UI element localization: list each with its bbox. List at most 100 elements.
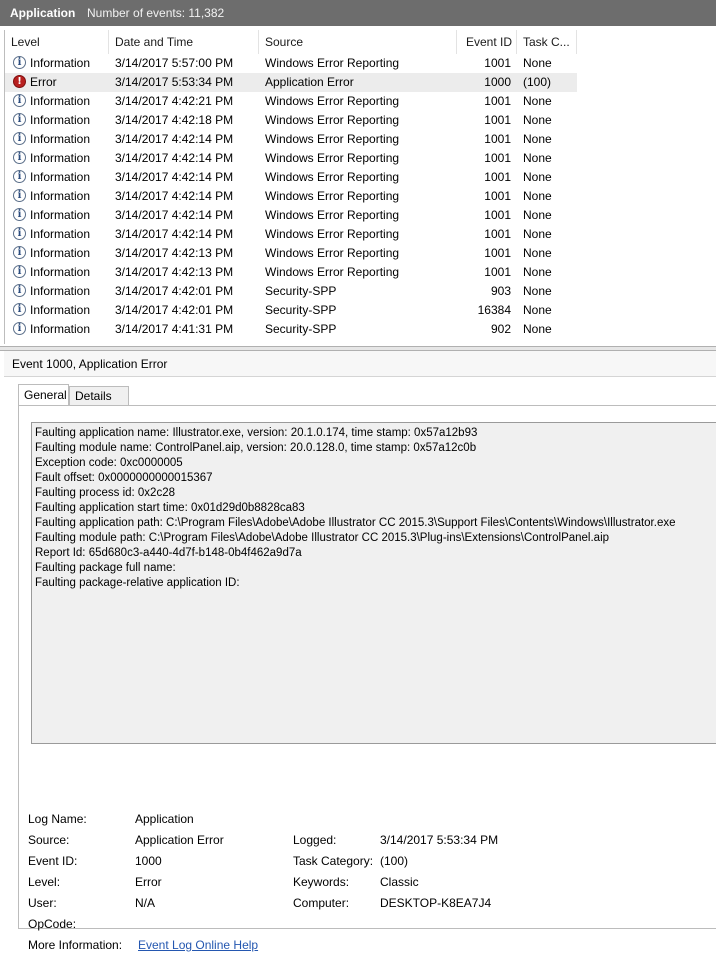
event-task-category: None (523, 265, 552, 279)
information-icon: i (13, 227, 26, 240)
computer-label: Computer: (293, 896, 350, 910)
event-log-online-help-link[interactable]: Event Log Online Help (138, 937, 258, 953)
event-source: Windows Error Reporting (265, 189, 400, 203)
event-datetime: 3/14/2017 4:42:14 PM (115, 151, 234, 165)
event-level: Information (30, 170, 91, 184)
event-level: Information (30, 284, 91, 298)
event-row[interactable]: i Information 3/14/2017 4:42:01 PM Security… (5, 301, 577, 320)
event-task-category: None (523, 113, 552, 127)
event-id: 16384 (477, 303, 511, 317)
event-list[interactable]: Level Date and Time Source Event ID Task… (4, 30, 716, 344)
event-id-label: Event ID: (28, 854, 78, 868)
information-icon: i (13, 170, 26, 183)
event-datetime: 3/14/2017 4:42:01 PM (115, 303, 234, 317)
information-icon: i (13, 246, 26, 259)
event-id: 1001 (484, 189, 511, 203)
event-row[interactable]: i Information 3/14/2017 4:42:14 PM Windows … (5, 225, 577, 244)
log-title-bar: Application Number of events: 11,382 (0, 0, 716, 26)
event-id: 902 (490, 322, 511, 336)
information-icon: i (13, 208, 26, 221)
event-task-category: None (523, 170, 552, 184)
event-level: Information (30, 208, 91, 222)
message-line: Faulting application name: Illustrator.e… (35, 427, 478, 439)
event-level: Information (30, 151, 91, 165)
event-datetime: 3/14/2017 4:42:01 PM (115, 284, 234, 298)
event-row[interactable]: i Information 3/14/2017 4:42:18 PM Windows … (5, 111, 577, 130)
event-level: Information (30, 132, 91, 146)
column-header-level[interactable]: Level (5, 30, 109, 54)
event-source: Security-SPP (265, 303, 337, 317)
message-line: Fault offset: 0x0000000000015367 (35, 472, 213, 484)
event-row[interactable]: i Information 3/14/2017 5:57:00 PM Windows … (5, 54, 577, 73)
event-task-category: None (523, 189, 552, 203)
event-task-category: None (523, 284, 552, 298)
event-source: Windows Error Reporting (265, 170, 400, 184)
event-message-box[interactable]: Faulting application name: Illustrator.e… (31, 422, 716, 744)
message-line: Faulting package-relative application ID… (35, 577, 240, 589)
event-source: Security-SPP (265, 322, 337, 336)
event-row[interactable]: i Information 3/14/2017 4:42:14 PM Windows … (5, 130, 577, 149)
computer-value: DESKTOP-K8EA7J4 (380, 896, 492, 910)
log-name-value: Application (135, 812, 194, 826)
event-level: Information (30, 94, 91, 108)
keywords-value: Classic (380, 875, 419, 889)
information-icon: i (13, 151, 26, 164)
event-source: Windows Error Reporting (265, 132, 400, 146)
user-label: User: (28, 896, 57, 910)
more-information-label: More Information: (28, 938, 123, 952)
column-header-source[interactable]: Source (259, 30, 457, 54)
event-datetime: 3/14/2017 4:42:14 PM (115, 227, 234, 241)
event-source: Windows Error Reporting (265, 246, 400, 260)
information-icon: i (13, 56, 26, 69)
event-row[interactable]: i Information 3/14/2017 4:42:14 PM Windows … (5, 187, 577, 206)
column-header-date[interactable]: Date and Time (109, 30, 259, 54)
opcode-label: OpCode: (28, 917, 77, 931)
event-datetime: 3/14/2017 4:42:13 PM (115, 265, 234, 279)
event-row[interactable]: i Information 3/14/2017 4:42:01 PM Security… (5, 282, 577, 301)
event-source: Windows Error Reporting (265, 208, 400, 222)
message-line: Faulting module name: ControlPanel.aip, … (35, 442, 477, 454)
event-source: Windows Error Reporting (265, 56, 400, 70)
event-id: 1001 (484, 265, 511, 279)
event-id: 1001 (484, 113, 511, 127)
general-tab-panel: Faulting application name: Illustrator.e… (18, 405, 716, 952)
event-id: 1001 (484, 170, 511, 184)
event-datetime: 3/14/2017 5:53:34 PM (115, 75, 234, 89)
event-id: 1001 (484, 227, 511, 241)
event-task-category: None (523, 94, 552, 108)
level-label: Level: (28, 875, 61, 889)
message-line: Faulting module path: C:\Program Files\A… (35, 532, 610, 544)
event-id: 1000 (484, 75, 511, 89)
event-row[interactable]: i Information 3/14/2017 4:42:13 PM Windows … (5, 263, 577, 282)
event-row[interactable]: i Information 3/14/2017 4:42:14 PM Windows … (5, 206, 577, 225)
event-task-category: None (523, 132, 552, 146)
event-source: Application Error (265, 75, 354, 89)
information-icon: i (13, 132, 26, 145)
event-level: Information (30, 189, 91, 203)
log-name-label: Log Name: (28, 812, 87, 826)
event-source: Security-SPP (265, 284, 337, 298)
event-row[interactable]: i Information 3/14/2017 4:42:13 PM Windows … (5, 244, 577, 263)
event-task-category: None (523, 322, 552, 336)
tab-details[interactable]: Details (69, 386, 129, 406)
event-row[interactable]: ! Error 3/14/2017 5:53:34 PM Application Er… (5, 73, 577, 92)
event-id: 1001 (484, 94, 511, 108)
information-icon: i (13, 303, 26, 316)
column-header-task-category[interactable]: Task C... (517, 30, 577, 54)
message-line: Faulting process id: 0x2c28 (35, 487, 175, 499)
event-datetime: 3/14/2017 4:42:21 PM (115, 94, 234, 108)
event-rows: i Information 3/14/2017 5:57:00 PM Windows … (5, 54, 716, 339)
event-row[interactable]: i Information 3/14/2017 4:42:21 PM Windows … (5, 92, 577, 111)
event-row[interactable]: i Information 3/14/2017 4:41:31 PM Security… (5, 320, 577, 339)
event-id: 1001 (484, 151, 511, 165)
task-category-label: Task Category: (293, 854, 374, 868)
event-detail-title: Event 1000, Application Error (4, 351, 716, 377)
message-line: Report Id: 65d680c3-a440-4d7f-b148-0b4f4… (35, 547, 302, 559)
event-row[interactable]: i Information 3/14/2017 4:42:14 PM Windows … (5, 149, 577, 168)
column-header-event-id[interactable]: Event ID (457, 30, 517, 54)
tab-general[interactable]: General (18, 384, 69, 406)
event-task-category: None (523, 227, 552, 241)
event-level: Information (30, 56, 91, 70)
event-row[interactable]: i Information 3/14/2017 4:42:14 PM Windows … (5, 168, 577, 187)
task-category-value: (100) (380, 854, 409, 868)
